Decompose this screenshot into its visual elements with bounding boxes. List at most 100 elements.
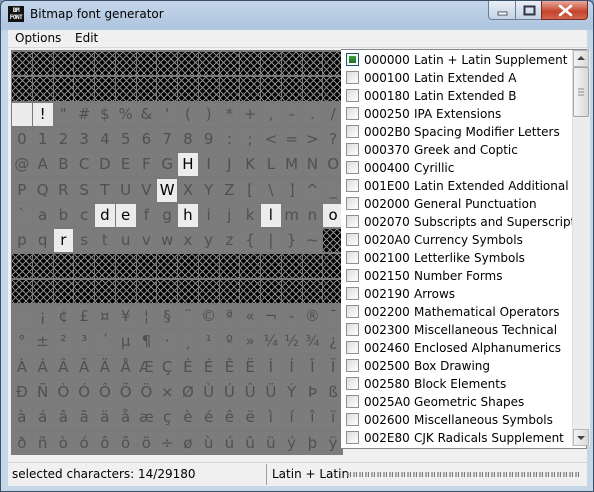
glyph-cell[interactable]: , bbox=[261, 102, 281, 126]
glyph-cell[interactable]: | bbox=[261, 229, 281, 253]
empty-glyph-cell[interactable] bbox=[198, 254, 219, 278]
scroll-up-button[interactable] bbox=[573, 50, 589, 67]
glyph-cell[interactable]: Ö bbox=[136, 380, 157, 405]
menu-edit[interactable]: Edit bbox=[75, 30, 98, 47]
range-list-item[interactable]: 002580 Block Elements bbox=[341, 375, 571, 393]
empty-glyph-cell[interactable] bbox=[281, 254, 302, 278]
glyph-cell[interactable]: ã bbox=[74, 406, 94, 430]
range-checkbox[interactable] bbox=[346, 179, 359, 192]
empty-glyph-cell[interactable] bbox=[115, 77, 136, 101]
glyph-cell[interactable]: } bbox=[281, 229, 302, 253]
glyph-cell[interactable]: û bbox=[240, 431, 260, 455]
glyph-cell[interactable]: Ô bbox=[95, 380, 115, 405]
glyph-cell[interactable]: F bbox=[136, 153, 157, 177]
glyph-cell[interactable]: r bbox=[53, 229, 74, 253]
glyph-cell[interactable]: ] bbox=[281, 178, 302, 202]
range-list-item[interactable]: 002460 Enclosed Alphanumerics bbox=[341, 339, 571, 357]
glyph-cell[interactable]: ! bbox=[32, 102, 53, 126]
glyph-cell[interactable]: 9 bbox=[198, 127, 219, 152]
glyph-cell[interactable]: j bbox=[219, 203, 240, 228]
glyph-cell[interactable]: : bbox=[219, 127, 240, 152]
glyph-cell[interactable]: Y bbox=[198, 178, 219, 202]
glyph-cell[interactable]: ´ bbox=[95, 330, 115, 354]
glyph-cell[interactable]: Ì bbox=[261, 355, 281, 379]
glyph-cell[interactable]: â bbox=[53, 406, 74, 430]
glyph-cell[interactable]: ± bbox=[32, 330, 53, 354]
glyph-cell[interactable]: £ bbox=[74, 305, 94, 329]
empty-glyph-cell[interactable] bbox=[178, 52, 198, 76]
glyph-cell[interactable]: 3 bbox=[74, 127, 94, 152]
empty-glyph-cell[interactable] bbox=[136, 52, 157, 76]
glyph-cell[interactable]: ô bbox=[95, 431, 115, 455]
glyph-cell[interactable]: Ð bbox=[12, 380, 32, 405]
glyph-cell[interactable] bbox=[12, 102, 32, 126]
range-checkbox[interactable] bbox=[346, 341, 359, 354]
glyph-cell[interactable]: G bbox=[157, 153, 177, 177]
range-list-item[interactable]: 000100 Latin Extended A bbox=[341, 69, 571, 87]
glyph-cell[interactable]: + bbox=[240, 102, 260, 126]
empty-glyph-cell[interactable] bbox=[261, 279, 281, 303]
glyph-cell[interactable]: 4 bbox=[95, 127, 115, 152]
empty-glyph-cell[interactable] bbox=[302, 254, 323, 278]
range-checkbox[interactable] bbox=[346, 413, 359, 426]
glyph-cell[interactable]: ` bbox=[12, 203, 32, 228]
range-checkbox[interactable] bbox=[346, 89, 359, 102]
glyph-cell[interactable]: E bbox=[115, 153, 136, 177]
glyph-cell[interactable]: W bbox=[157, 178, 177, 202]
glyph-cell[interactable]: # bbox=[74, 102, 94, 126]
glyph-cell[interactable]: l bbox=[261, 203, 281, 228]
glyph-cell[interactable]: ¸ bbox=[178, 330, 198, 354]
glyph-cell[interactable]: x bbox=[178, 229, 198, 253]
glyph-cell[interactable]: ¼ bbox=[261, 330, 281, 354]
glyph-cell[interactable]: Ú bbox=[219, 380, 240, 405]
glyph-cell[interactable]: þ bbox=[302, 431, 323, 455]
range-list-item[interactable]: 001E00 Latin Extended Additional bbox=[341, 177, 571, 195]
glyph-cell[interactable]: & bbox=[136, 102, 157, 126]
glyph-cell[interactable]: " bbox=[53, 102, 74, 126]
glyph-cell[interactable]: w bbox=[157, 229, 177, 253]
title-bar[interactable]: BM FONT Bitmap font generator bbox=[1, 1, 593, 29]
glyph-cell[interactable]: Ñ bbox=[32, 380, 53, 405]
glyph-cell[interactable]: Ã bbox=[74, 355, 94, 379]
range-checkbox[interactable] bbox=[346, 197, 359, 210]
empty-glyph-cell[interactable] bbox=[53, 279, 74, 303]
range-checkbox[interactable] bbox=[346, 359, 359, 372]
glyph-cell[interactable]: © bbox=[198, 305, 219, 329]
empty-glyph-cell[interactable] bbox=[178, 279, 198, 303]
empty-glyph-cell[interactable] bbox=[157, 254, 177, 278]
glyph-cell[interactable]: % bbox=[115, 102, 136, 126]
empty-glyph-cell[interactable] bbox=[74, 254, 94, 278]
empty-glyph-cell[interactable] bbox=[281, 279, 302, 303]
range-checkbox[interactable] bbox=[346, 377, 359, 390]
glyph-cell[interactable]: ) bbox=[198, 102, 219, 126]
range-list-item[interactable]: 002000 General Punctuation bbox=[341, 195, 571, 213]
empty-glyph-cell[interactable] bbox=[198, 77, 219, 101]
glyph-cell[interactable]: 2 bbox=[53, 127, 74, 152]
glyph-cell[interactable]: { bbox=[240, 229, 260, 253]
glyph-cell[interactable]: D bbox=[95, 153, 115, 177]
range-list-item[interactable]: 0002B0 Spacing Modifier Letters bbox=[341, 123, 571, 141]
glyph-cell[interactable]: Ò bbox=[53, 380, 74, 405]
menu-options[interactable]: Options bbox=[15, 30, 61, 47]
glyph-cell[interactable]: * bbox=[219, 102, 240, 126]
glyph-cell[interactable]: ä bbox=[95, 406, 115, 430]
glyph-cell[interactable]: J bbox=[219, 153, 240, 177]
empty-glyph-cell[interactable] bbox=[32, 52, 53, 76]
range-checkbox[interactable] bbox=[346, 215, 359, 228]
glyph-cell[interactable]: » bbox=[240, 330, 260, 354]
empty-glyph-cell[interactable] bbox=[157, 279, 177, 303]
glyph-cell[interactable]: [ bbox=[240, 178, 260, 202]
glyph-cell[interactable]: ³ bbox=[74, 330, 94, 354]
glyph-cell[interactable]: è bbox=[178, 406, 198, 430]
glyph-cell[interactable]: R bbox=[53, 178, 74, 202]
glyph-cell[interactable]: Ù bbox=[198, 380, 219, 405]
range-checkbox[interactable] bbox=[346, 71, 359, 84]
glyph-cell[interactable]: ¬ bbox=[261, 305, 281, 329]
glyph-cell[interactable]: g bbox=[157, 203, 177, 228]
glyph-cell[interactable]: T bbox=[95, 178, 115, 202]
glyph-cell[interactable]: í bbox=[281, 406, 302, 430]
range-checkbox[interactable] bbox=[346, 323, 359, 336]
glyph-cell[interactable]: h bbox=[178, 203, 198, 228]
glyph-cell[interactable]: ² bbox=[53, 330, 74, 354]
empty-glyph-cell[interactable] bbox=[219, 52, 240, 76]
